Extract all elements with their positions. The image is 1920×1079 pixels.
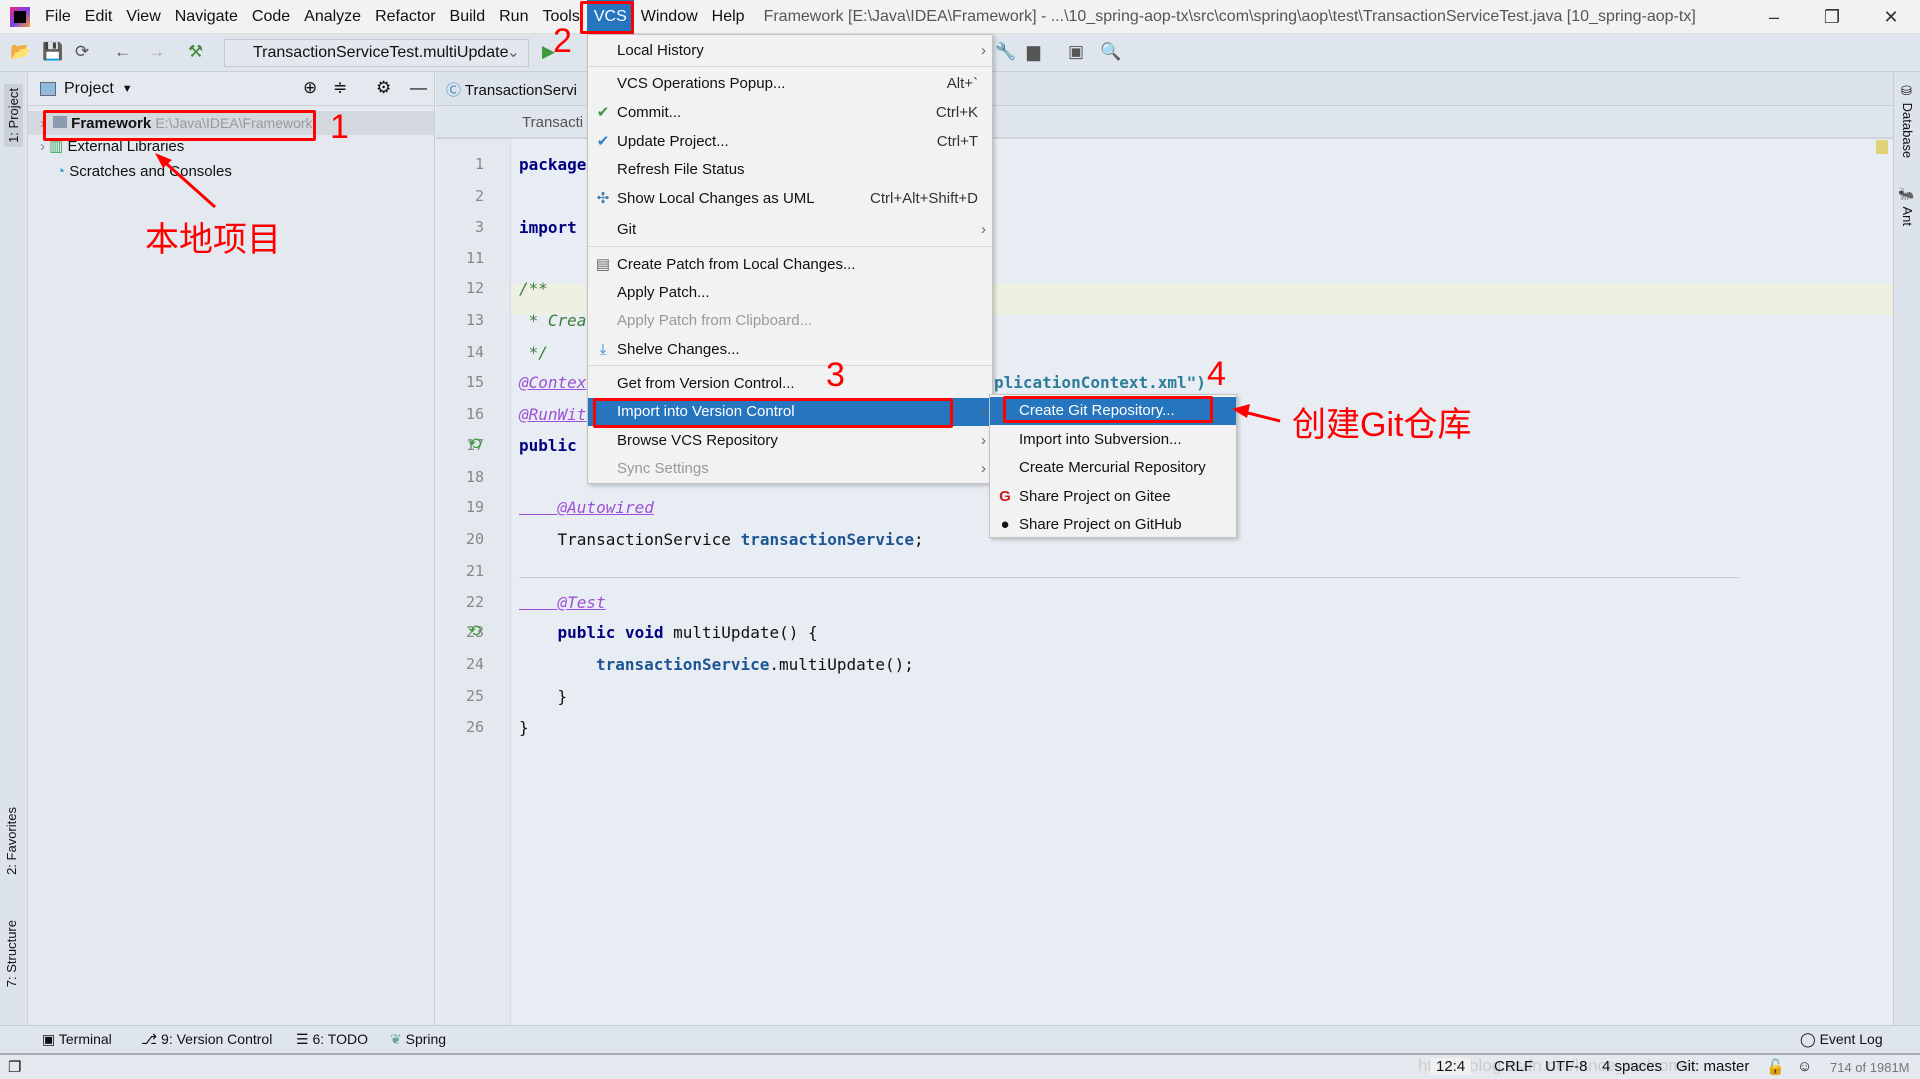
annotation-step-4: 4 — [1207, 355, 1226, 393]
annotation-step-3: 3 — [826, 356, 845, 394]
annotation-step-1: 1 — [330, 108, 349, 146]
annotation-arrow-1 — [159, 156, 216, 209]
highlight-box-create-git — [1003, 396, 1213, 423]
highlight-box-import — [593, 398, 953, 428]
highlight-box-project — [43, 110, 316, 141]
annotation-step-2: 2 — [553, 22, 572, 60]
annotation-layer — [155, 153, 1281, 423]
highlight-box-vcs — [580, 1, 634, 34]
annotation-arrowhead-4 — [1232, 404, 1250, 418]
annotation-local-project: 本地项目 — [145, 221, 281, 259]
annotation-create-git-repo: 创建Git仓库 — [1292, 406, 1472, 444]
